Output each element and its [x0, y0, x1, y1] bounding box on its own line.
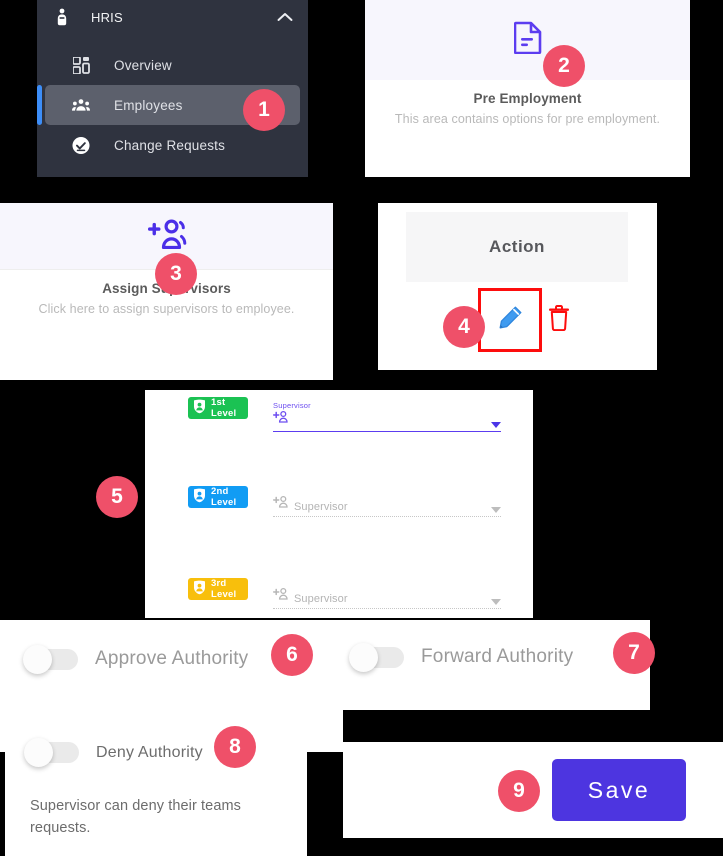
forward-authority-row[interactable]: Forward Authority [343, 620, 650, 672]
save-button[interactable]: Save [552, 759, 686, 821]
supervisor-select-placeholder: Supervisor [294, 501, 348, 513]
sidebar-item-label: Employees [114, 97, 183, 113]
forward-authority-label: Forward Authority [421, 646, 574, 667]
level-chip-label: 2nd Level [211, 486, 237, 508]
card-subtitle: This area contains options for pre emplo… [394, 112, 661, 126]
level-chip-label: 3rd Level [211, 578, 237, 600]
toggle-knob [349, 642, 378, 672]
deny-authority-panel: Deny Authority Supervisor can deny their… [5, 727, 307, 856]
supervisor-select-caption: Supervisor [273, 401, 311, 410]
select-underline [273, 608, 501, 609]
shield-person-icon [193, 488, 206, 506]
deny-authority-description: Supervisor can deny their teams requests… [30, 798, 242, 837]
select-underline [273, 516, 501, 517]
shield-person-icon [193, 399, 206, 417]
approve-authority-toggle[interactable] [23, 644, 78, 674]
edit-button[interactable] [478, 288, 542, 352]
add-person-icon [273, 495, 288, 513]
deny-authority-toggle[interactable] [24, 738, 79, 767]
sidebar-header-label: HRIS [91, 9, 123, 25]
toggle-knob [24, 738, 53, 767]
select-underline [273, 431, 501, 432]
sidebar-item-label: Change Requests [114, 137, 226, 153]
action-column-header: Action [406, 212, 628, 282]
callout-badge-7: 7 [613, 632, 655, 674]
card-body: Pre Employment This area contains option… [365, 80, 690, 126]
level-chip-2: 2nd Level [188, 486, 248, 508]
callout-badge-4: 4 [443, 306, 485, 348]
callout-badge-2: 2 [543, 45, 585, 87]
callout-badge-6: 6 [271, 634, 313, 676]
caret-down-icon[interactable] [491, 599, 501, 605]
delete-button[interactable] [548, 304, 570, 336]
callout-badge-9: 9 [498, 770, 540, 812]
callout-badge-8: 8 [214, 726, 256, 768]
supervisor-select-placeholder: Supervisor [294, 593, 348, 605]
card-title: Pre Employment [473, 91, 582, 106]
add-person-icon [273, 410, 288, 428]
people-icon [72, 96, 90, 114]
action-column-panel: Action [378, 203, 657, 370]
approve-authority-label: Approve Authority [95, 648, 249, 669]
caret-down-icon[interactable] [491, 507, 501, 513]
deny-authority-label: Deny Authority [96, 743, 203, 761]
level-chip-1: 1st Level [188, 397, 248, 419]
supervisor-levels-panel: 1st Level Supervisor 2nd Level Superviso… [145, 390, 533, 618]
sidebar-item-label: Overview [114, 57, 172, 73]
pre-employment-card[interactable]: Pre Employment This area contains option… [365, 0, 690, 177]
sidebar-item-overview[interactable]: Overview [45, 45, 300, 85]
chevron-up-icon[interactable] [276, 8, 294, 26]
caret-down-icon[interactable] [491, 422, 501, 428]
add-person-icon [273, 587, 288, 605]
callout-badge-5: 5 [96, 476, 138, 518]
card-icon-zone [365, 0, 690, 80]
toggle-knob [23, 644, 52, 674]
callout-badge-3: 3 [155, 253, 197, 295]
action-icon-group [478, 288, 570, 352]
supervisor-select-3[interactable]: Supervisor [273, 587, 501, 609]
forward-authority-toggle[interactable] [349, 642, 404, 672]
sidebar-item-change-requests[interactable]: Change Requests [45, 125, 300, 165]
deny-authority-row[interactable]: Deny Authority [5, 727, 307, 767]
card-subtitle: Click here to assign supervisors to empl… [38, 302, 295, 316]
action-cell [406, 282, 628, 360]
forward-authority-panel: Forward Authority [343, 620, 650, 710]
user-badge-icon [53, 8, 71, 26]
grid-icon [72, 56, 90, 74]
supervisor-select-1[interactable]: Supervisor [273, 401, 501, 432]
trash-icon [548, 304, 570, 335]
check-circle-icon [72, 136, 90, 154]
sidebar-header[interactable]: HRIS [37, 0, 308, 34]
pencil-icon [496, 304, 524, 337]
add-person-icon [147, 218, 187, 254]
document-icon [513, 21, 542, 59]
level-chip-3: 3rd Level [188, 578, 248, 600]
supervisor-select-2[interactable]: Supervisor [273, 495, 501, 517]
callout-badge-1: 1 [243, 89, 285, 131]
level-chip-label: 1st Level [211, 397, 237, 419]
shield-person-icon [193, 580, 206, 598]
